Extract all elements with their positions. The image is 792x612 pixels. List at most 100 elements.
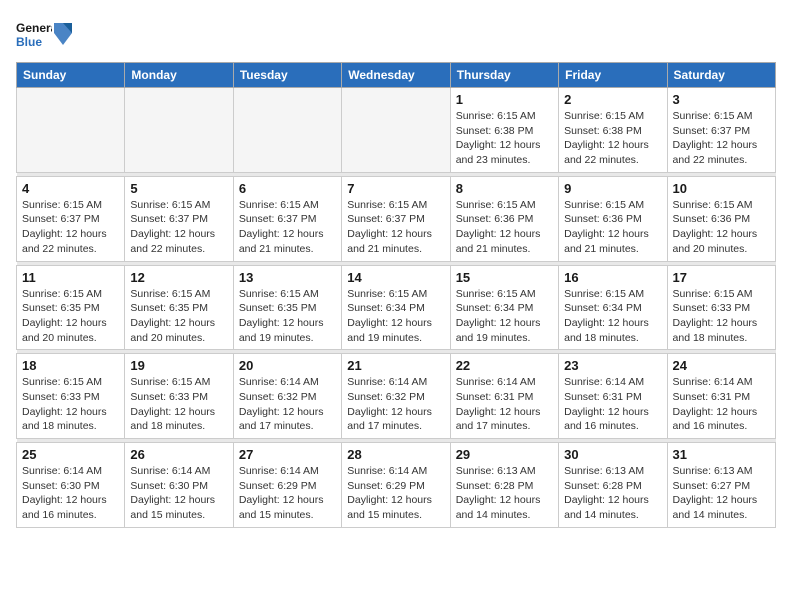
day-number: 23 xyxy=(564,358,661,373)
day-number: 11 xyxy=(22,270,119,285)
day-number: 7 xyxy=(347,181,444,196)
day-info: Sunrise: 6:15 AM Sunset: 6:36 PM Dayligh… xyxy=(673,198,770,257)
calendar-cell: 7 Sunrise: 6:15 AM Sunset: 6:37 PM Daylig… xyxy=(342,176,450,261)
day-number: 15 xyxy=(456,270,553,285)
weekday-header-tuesday: Tuesday xyxy=(233,63,341,88)
calendar-cell: 28 Sunrise: 6:14 AM Sunset: 6:29 PM Dayli… xyxy=(342,443,450,528)
day-info: Sunrise: 6:15 AM Sunset: 6:34 PM Dayligh… xyxy=(564,287,661,346)
day-info: Sunrise: 6:15 AM Sunset: 6:36 PM Dayligh… xyxy=(456,198,553,257)
day-info: Sunrise: 6:14 AM Sunset: 6:30 PM Dayligh… xyxy=(22,464,119,523)
weekday-header-wednesday: Wednesday xyxy=(342,63,450,88)
svg-text:General: General xyxy=(16,21,52,35)
calendar-cell xyxy=(17,88,125,173)
day-info: Sunrise: 6:15 AM Sunset: 6:37 PM Dayligh… xyxy=(673,109,770,168)
logo-graphic: General Blue xyxy=(16,16,72,52)
day-info: Sunrise: 6:15 AM Sunset: 6:35 PM Dayligh… xyxy=(130,287,227,346)
day-number: 30 xyxy=(564,447,661,462)
weekday-header-thursday: Thursday xyxy=(450,63,558,88)
calendar-cell: 30 Sunrise: 6:13 AM Sunset: 6:28 PM Dayli… xyxy=(559,443,667,528)
day-number: 22 xyxy=(456,358,553,373)
day-info: Sunrise: 6:13 AM Sunset: 6:28 PM Dayligh… xyxy=(456,464,553,523)
calendar-cell: 6 Sunrise: 6:15 AM Sunset: 6:37 PM Daylig… xyxy=(233,176,341,261)
weekday-header-friday: Friday xyxy=(559,63,667,88)
calendar-cell: 2Sunrise: 6:15 AM Sunset: 6:38 PM Daylig… xyxy=(559,88,667,173)
day-info: Sunrise: 6:14 AM Sunset: 6:30 PM Dayligh… xyxy=(130,464,227,523)
day-info: Sunrise: 6:14 AM Sunset: 6:32 PM Dayligh… xyxy=(347,375,444,434)
day-info: Sunrise: 6:15 AM Sunset: 6:33 PM Dayligh… xyxy=(673,287,770,346)
day-info: Sunrise: 6:14 AM Sunset: 6:31 PM Dayligh… xyxy=(673,375,770,434)
day-number: 3 xyxy=(673,92,770,107)
day-info: Sunrise: 6:15 AM Sunset: 6:36 PM Dayligh… xyxy=(564,198,661,257)
day-number: 18 xyxy=(22,358,119,373)
calendar-cell: 27 Sunrise: 6:14 AM Sunset: 6:29 PM Dayli… xyxy=(233,443,341,528)
day-number: 9 xyxy=(564,181,661,196)
day-number: 28 xyxy=(347,447,444,462)
day-info: Sunrise: 6:15 AM Sunset: 6:33 PM Dayligh… xyxy=(130,375,227,434)
day-info: Sunrise: 6:15 AM Sunset: 6:34 PM Dayligh… xyxy=(456,287,553,346)
calendar-cell: 31 Sunrise: 6:13 AM Sunset: 6:27 PM Dayli… xyxy=(667,443,775,528)
calendar-cell: 5 Sunrise: 6:15 AM Sunset: 6:37 PM Daylig… xyxy=(125,176,233,261)
day-number: 17 xyxy=(673,270,770,285)
day-info: Sunrise: 6:15 AM Sunset: 6:35 PM Dayligh… xyxy=(22,287,119,346)
day-info: Sunrise: 6:15 AM Sunset: 6:37 PM Dayligh… xyxy=(347,198,444,257)
calendar-cell: 18 Sunrise: 6:15 AM Sunset: 6:33 PM Dayli… xyxy=(17,354,125,439)
calendar-week-row: 11 Sunrise: 6:15 AM Sunset: 6:35 PM Dayli… xyxy=(17,265,776,350)
day-number: 1 xyxy=(456,92,553,107)
day-info: Sunrise: 6:15 AM Sunset: 6:33 PM Dayligh… xyxy=(22,375,119,434)
calendar-cell: 17 Sunrise: 6:15 AM Sunset: 6:33 PM Dayli… xyxy=(667,265,775,350)
calendar-cell: 10Sunrise: 6:15 AM Sunset: 6:36 PM Dayli… xyxy=(667,176,775,261)
calendar-cell: 11 Sunrise: 6:15 AM Sunset: 6:35 PM Dayli… xyxy=(17,265,125,350)
calendar-cell xyxy=(342,88,450,173)
calendar-cell: 25 Sunrise: 6:14 AM Sunset: 6:30 PM Dayli… xyxy=(17,443,125,528)
logo-arrow-icon xyxy=(54,23,72,45)
calendar-cell: 19Sunrise: 6:15 AM Sunset: 6:33 PM Dayli… xyxy=(125,354,233,439)
svg-text:Blue: Blue xyxy=(16,35,42,49)
calendar-cell: 26Sunrise: 6:14 AM Sunset: 6:30 PM Dayli… xyxy=(125,443,233,528)
day-info: Sunrise: 6:14 AM Sunset: 6:32 PM Dayligh… xyxy=(239,375,336,434)
day-number: 12 xyxy=(130,270,227,285)
day-number: 8 xyxy=(456,181,553,196)
logo: General Blue xyxy=(16,16,72,52)
day-info: Sunrise: 6:15 AM Sunset: 6:37 PM Dayligh… xyxy=(239,198,336,257)
day-info: Sunrise: 6:14 AM Sunset: 6:31 PM Dayligh… xyxy=(564,375,661,434)
weekday-header-saturday: Saturday xyxy=(667,63,775,88)
day-number: 16 xyxy=(564,270,661,285)
day-number: 29 xyxy=(456,447,553,462)
calendar-week-row: 18 Sunrise: 6:15 AM Sunset: 6:33 PM Dayli… xyxy=(17,354,776,439)
calendar-cell: 9 Sunrise: 6:15 AM Sunset: 6:36 PM Daylig… xyxy=(559,176,667,261)
day-number: 21 xyxy=(347,358,444,373)
day-info: Sunrise: 6:15 AM Sunset: 6:37 PM Dayligh… xyxy=(22,198,119,257)
calendar-cell: 15 Sunrise: 6:15 AM Sunset: 6:34 PM Dayli… xyxy=(450,265,558,350)
calendar-cell xyxy=(233,88,341,173)
calendar-cell: 3 Sunrise: 6:15 AM Sunset: 6:37 PM Daylig… xyxy=(667,88,775,173)
day-info: Sunrise: 6:15 AM Sunset: 6:34 PM Dayligh… xyxy=(347,287,444,346)
calendar-cell: 14 Sunrise: 6:15 AM Sunset: 6:34 PM Dayli… xyxy=(342,265,450,350)
day-info: Sunrise: 6:13 AM Sunset: 6:27 PM Dayligh… xyxy=(673,464,770,523)
day-number: 31 xyxy=(673,447,770,462)
day-number: 5 xyxy=(130,181,227,196)
day-number: 25 xyxy=(22,447,119,462)
calendar-cell: 29 Sunrise: 6:13 AM Sunset: 6:28 PM Dayli… xyxy=(450,443,558,528)
calendar-cell: 20 Sunrise: 6:14 AM Sunset: 6:32 PM Dayli… xyxy=(233,354,341,439)
day-number: 14 xyxy=(347,270,444,285)
weekday-header-sunday: Sunday xyxy=(17,63,125,88)
logo-svg: General Blue xyxy=(16,16,52,52)
calendar-cell: 13Sunrise: 6:15 AM Sunset: 6:35 PM Dayli… xyxy=(233,265,341,350)
day-info: Sunrise: 6:15 AM Sunset: 6:38 PM Dayligh… xyxy=(456,109,553,168)
day-info: Sunrise: 6:15 AM Sunset: 6:38 PM Dayligh… xyxy=(564,109,661,168)
day-number: 6 xyxy=(239,181,336,196)
day-number: 27 xyxy=(239,447,336,462)
day-info: Sunrise: 6:14 AM Sunset: 6:29 PM Dayligh… xyxy=(347,464,444,523)
day-number: 20 xyxy=(239,358,336,373)
weekday-header-row: SundayMondayTuesdayWednesdayThursdayFrid… xyxy=(17,63,776,88)
calendar-cell xyxy=(125,88,233,173)
day-info: Sunrise: 6:14 AM Sunset: 6:31 PM Dayligh… xyxy=(456,375,553,434)
day-info: Sunrise: 6:13 AM Sunset: 6:28 PM Dayligh… xyxy=(564,464,661,523)
day-info: Sunrise: 6:15 AM Sunset: 6:37 PM Dayligh… xyxy=(130,198,227,257)
day-number: 24 xyxy=(673,358,770,373)
calendar-week-row: 4Sunrise: 6:15 AM Sunset: 6:37 PM Daylig… xyxy=(17,176,776,261)
day-info: Sunrise: 6:14 AM Sunset: 6:29 PM Dayligh… xyxy=(239,464,336,523)
calendar-cell: 1 Sunrise: 6:15 AM Sunset: 6:38 PM Daylig… xyxy=(450,88,558,173)
calendar-cell: 23 Sunrise: 6:14 AM Sunset: 6:31 PM Dayli… xyxy=(559,354,667,439)
calendar-table: SundayMondayTuesdayWednesdayThursdayFrid… xyxy=(16,62,776,528)
